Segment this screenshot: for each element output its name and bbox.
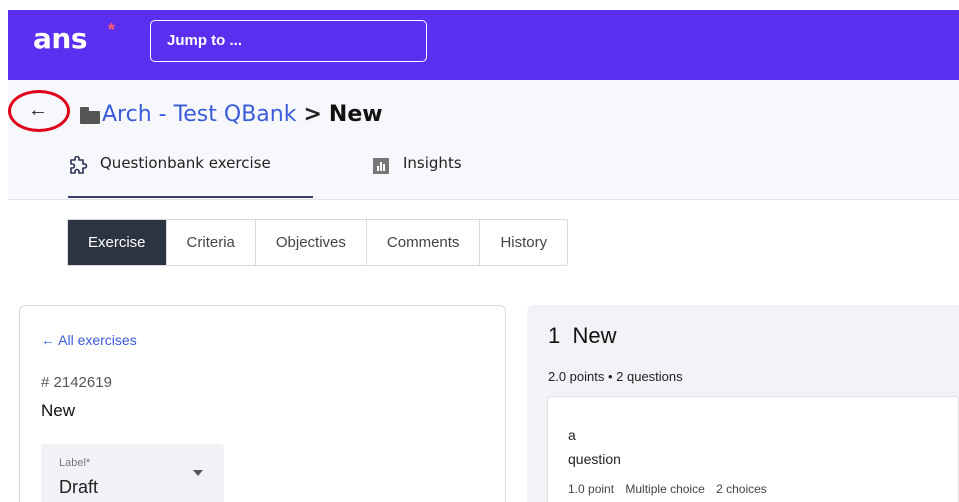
exercise-summary: 2.0 points • 2 questions (548, 369, 683, 384)
logo-star: * (108, 20, 116, 40)
subtab-history[interactable]: History (480, 220, 567, 265)
question-card[interactable]: a question 1.0 point Multiple choice 2 c… (547, 396, 959, 502)
question-text-line: question (568, 451, 621, 467)
question-type: Multiple choice (625, 482, 705, 496)
breadcrumb-current: New (328, 102, 383, 127)
question-points: 1.0 point (568, 482, 615, 496)
tab-label: Insights (403, 154, 462, 172)
exercise-id: # 2142619 (41, 374, 112, 391)
exercise-heading: 1 New (548, 323, 617, 349)
all-exercises-link[interactable]: ← All exercises (41, 332, 137, 348)
chevron-down-icon (193, 470, 203, 476)
page-header: ← Arch - Test QBank > New Questionbank e… (8, 80, 959, 200)
label-select[interactable]: Label* Draft (41, 444, 224, 502)
folder-icon (80, 107, 100, 124)
subtab-exercise[interactable]: Exercise (68, 220, 167, 265)
subtab-criteria[interactable]: Criteria (167, 220, 256, 265)
exercise-heading-title: New (572, 323, 617, 348)
exercise-subtabs: Exercise Criteria Objectives Comments Hi… (67, 219, 569, 266)
label-value: Draft (59, 477, 99, 497)
question-meta: 1.0 point Multiple choice 2 choices (568, 482, 775, 496)
exercise-number: 1 (548, 323, 561, 348)
top-bar: ans * Jump to ... (8, 10, 959, 80)
breadcrumb: Arch - Test QBank > New (102, 102, 383, 127)
app-logo[interactable]: ans (33, 22, 88, 55)
exercise-title: New (41, 401, 76, 420)
breadcrumb-separator: > (303, 102, 322, 127)
back-arrow-icon[interactable]: ← (28, 100, 48, 120)
breadcrumb-qbank-link[interactable]: Arch - Test QBank (102, 102, 296, 127)
question-text-line: a (568, 427, 576, 443)
puzzle-icon (70, 156, 88, 174)
label-caption: Label* (59, 457, 91, 469)
jump-to-input[interactable]: Jump to ... (150, 20, 427, 62)
exercise-details-panel: ← All exercises # 2142619 New Label* Dra… (19, 305, 506, 502)
subtab-comments[interactable]: Comments (367, 220, 481, 265)
tab-label: Questionbank exercise (100, 154, 271, 172)
insights-icon (373, 158, 389, 174)
subtab-objectives[interactable]: Objectives (256, 220, 367, 265)
question-choices: 2 choices (716, 482, 767, 496)
exercise-preview-panel: 1 New 2.0 points • 2 questions a questio… (527, 305, 959, 502)
tab-questionbank-exercise[interactable]: Questionbank exercise (68, 154, 313, 198)
tab-insights[interactable]: Insights (373, 154, 503, 198)
